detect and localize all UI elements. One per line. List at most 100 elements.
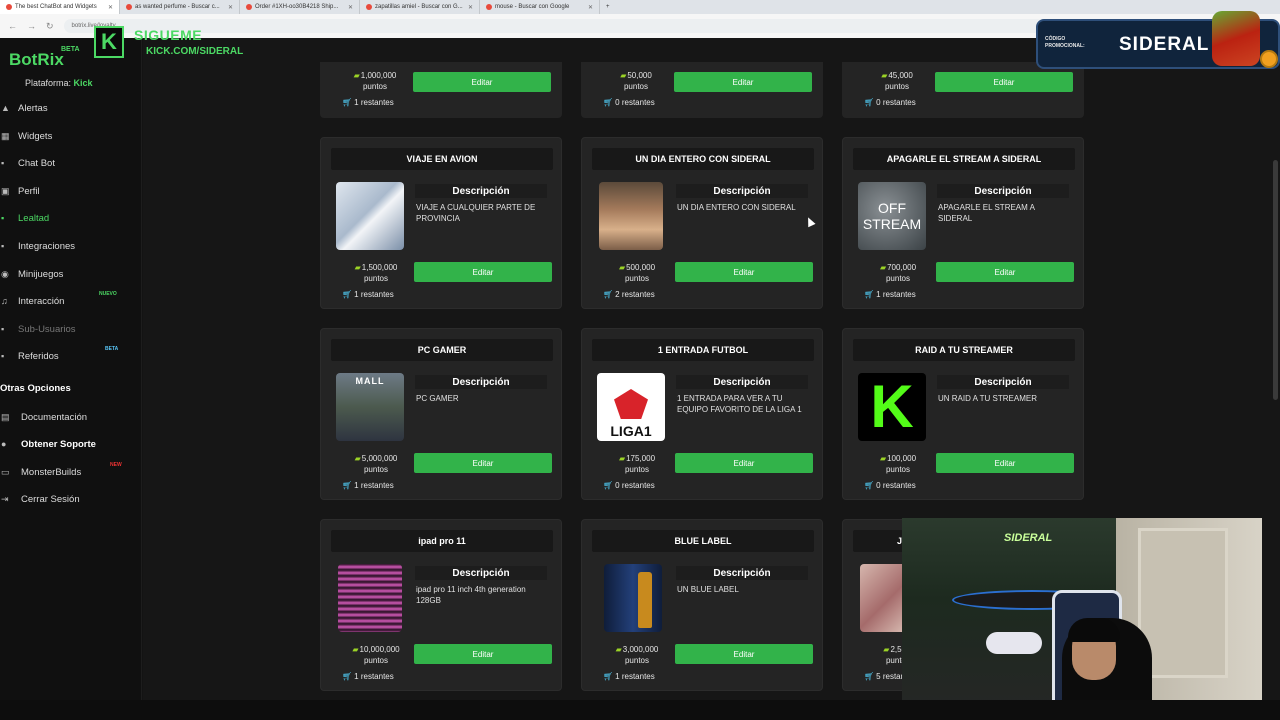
music-icon: ♫ [1, 296, 8, 306]
sidebar-item-perfil[interactable]: ▣ Perfil [0, 181, 142, 201]
sidebar-item-interaccion[interactable]: ♫ Interacción NUEVO [0, 291, 142, 311]
reward-card: 1 ENTRADA FUTBOL LIGA1 Descripción 1 ENT… [581, 328, 823, 500]
reward-points: ▰45,000 puntos [881, 71, 913, 91]
description-text: APAGARLE EL STREAM A SIDERAL [938, 203, 1035, 223]
coin-icon: ▰ [883, 645, 890, 654]
edit-button[interactable]: Editar [674, 72, 812, 92]
reward-image: MALL [336, 373, 404, 441]
cart-icon: 🛒︎ [864, 672, 875, 681]
coin-icon: ▰ [879, 454, 887, 463]
description-heading: Descripción [676, 184, 808, 198]
avatar [1212, 11, 1260, 66]
sidebar-item-sub-usuarios[interactable]: ▪ Sub-Usuarios [0, 319, 142, 339]
sidebar-item-integraciones[interactable]: ▪ Integraciones [0, 236, 142, 256]
reward-title: ipad pro 11 [331, 530, 553, 552]
follow-url: KICK.COM/SIDERAL [146, 46, 244, 57]
reward-remaining: 🛒︎ 1 restantes [342, 672, 394, 681]
reward-title: UN DIA ENTERO CON SIDERAL [592, 148, 814, 170]
close-tab-icon[interactable]: ✕ [108, 4, 113, 11]
edit-button[interactable]: Editar [414, 644, 552, 664]
follow-overlay: K SIGUEME KICK.COM/SIDERAL [94, 26, 244, 62]
kick-logo-icon: K [870, 373, 914, 440]
reward-card: ipad pro 11 Descripción ipad pro 11 inch… [320, 519, 562, 691]
close-tab-icon[interactable]: ✕ [348, 4, 353, 11]
reward-points: ▰3,000,000 puntos [615, 645, 659, 665]
coin-icon: ▰ [354, 263, 361, 272]
sidebar-item-referidos[interactable]: ▪ Referidos BETA [0, 346, 142, 366]
browser-tab[interactable]: Order #1XH-oo30B4218 Ship... ✕ [240, 0, 360, 14]
reward-image: OFF STREAM [858, 182, 926, 250]
sidebar-item-chat-bot[interactable]: ▪ Chat Bot [0, 153, 142, 173]
reward-card: PC GAMER MALL Descripción PC GAMER ▰5,00… [320, 328, 562, 500]
reward-title: APAGARLE EL STREAM A SIDERAL [853, 148, 1075, 170]
favicon-icon [366, 4, 372, 10]
sidebar-item-cerrar-sesion[interactable]: ⇥ Cerrar Sesión [0, 489, 142, 509]
support-icon: ● [1, 439, 7, 449]
reward-remaining: 🛒︎ 1 restantes [864, 290, 916, 299]
reward-title: PC GAMER [331, 339, 553, 361]
edit-button[interactable]: Editar [936, 453, 1074, 473]
sidebar-item-documentacion[interactable]: ▤ Documentación [0, 407, 142, 427]
description-text: PC GAMER [416, 394, 459, 403]
reward-image: K [858, 373, 926, 441]
close-tab-icon[interactable]: ✕ [588, 4, 593, 11]
reload-icon[interactable]: ↻ [46, 21, 54, 32]
description-heading: Descripción [415, 375, 547, 389]
reward-image [338, 564, 402, 632]
loyalty-icon: ▪ [1, 213, 5, 223]
sidebar-item-soporte[interactable]: ● Obtener Soporte [0, 434, 142, 454]
favicon-icon [126, 4, 132, 10]
sidebar-item-widgets[interactable]: ▦ Widgets [0, 126, 142, 146]
edit-button[interactable]: Editar [935, 72, 1073, 92]
scrollbar-thumb[interactable] [1273, 160, 1278, 400]
reward-card: BLUE LABEL Descripción UN BLUE LABEL ▰3,… [581, 519, 823, 691]
reward-remaining: 🛒︎ 2 restantes [603, 290, 655, 299]
coin-icon: ▰ [352, 645, 359, 654]
scrollbar[interactable] [1271, 72, 1280, 700]
reward-points: ▰5,000,000 puntos [354, 454, 398, 474]
coin-icon: ▰ [618, 454, 626, 463]
new-badge: NEW [110, 462, 122, 468]
reward-remaining: 🛒︎ 0 restantes [864, 481, 916, 490]
edit-button[interactable]: Editar [413, 72, 551, 92]
description-text: UN BLUE LABEL [677, 585, 739, 594]
coin-icon [1260, 50, 1278, 68]
promo-code: SIDERAL [1119, 34, 1210, 55]
new-tab-button[interactable]: + [600, 0, 616, 14]
edit-button[interactable]: Editar [675, 262, 813, 282]
edit-button[interactable]: Editar [414, 453, 552, 473]
sidebar-item-minijuegos[interactable]: ◉ Minijuegos [0, 264, 142, 284]
close-tab-icon[interactable]: ✕ [468, 4, 473, 11]
edit-button[interactable]: Editar [414, 262, 552, 282]
cart-icon: 🛒︎ [342, 481, 353, 490]
cart-icon: 🛒︎ [603, 290, 614, 299]
browser-tab[interactable]: mouse - Buscar con Google ✕ [480, 0, 600, 14]
coin-icon: ▰ [881, 71, 888, 80]
favicon-icon [246, 4, 252, 10]
browser-tab[interactable]: zapatillas amiel - Buscar con G... ✕ [360, 0, 480, 14]
browser-tab[interactable]: The best ChatBot and Widgets ✕ [0, 0, 120, 14]
forward-icon[interactable]: → [27, 21, 36, 31]
sidebar-item-lealtad[interactable]: ▪ Lealtad [0, 208, 142, 228]
coin-icon: ▰ [615, 645, 622, 654]
cart-icon: 🛒︎ [603, 481, 614, 490]
kick-logo-icon: K [94, 26, 124, 58]
edit-button[interactable]: Editar [675, 644, 813, 664]
back-icon[interactable]: ← [8, 21, 17, 31]
browser-tab[interactable]: as wanted perfume - Buscar c... ✕ [120, 0, 240, 14]
promo-code-overlay: CÓDIGO PROMOCIONAL: SIDERAL [1036, 11, 1280, 69]
description-heading: Descripción [676, 375, 808, 389]
image-text: STREAM [862, 216, 922, 232]
brand-logo[interactable]: BotRix [9, 50, 64, 70]
sidebar-item-alertas[interactable]: ▲ Alertas [0, 98, 142, 118]
edit-button[interactable]: Editar [936, 262, 1074, 282]
reward-title: BLUE LABEL [592, 530, 814, 552]
section-title-otras-opciones: Otras Opciones [0, 383, 71, 394]
close-tab-icon[interactable]: ✕ [228, 4, 233, 11]
sidebar-item-monsterbuilds[interactable]: ▭ MonsterBuilds NEW [0, 462, 142, 482]
edit-button[interactable]: Editar [675, 453, 813, 473]
cart-icon: 🛒︎ [864, 98, 875, 107]
reward-card: VIAJE EN AVION Descripción VIAJE A CUALQ… [320, 137, 562, 309]
reward-card-partial: ▰1,000,000 puntos 🛒︎ 1 restantes Editar [320, 62, 562, 118]
webcam-overlay: SIDERAL [902, 518, 1262, 720]
